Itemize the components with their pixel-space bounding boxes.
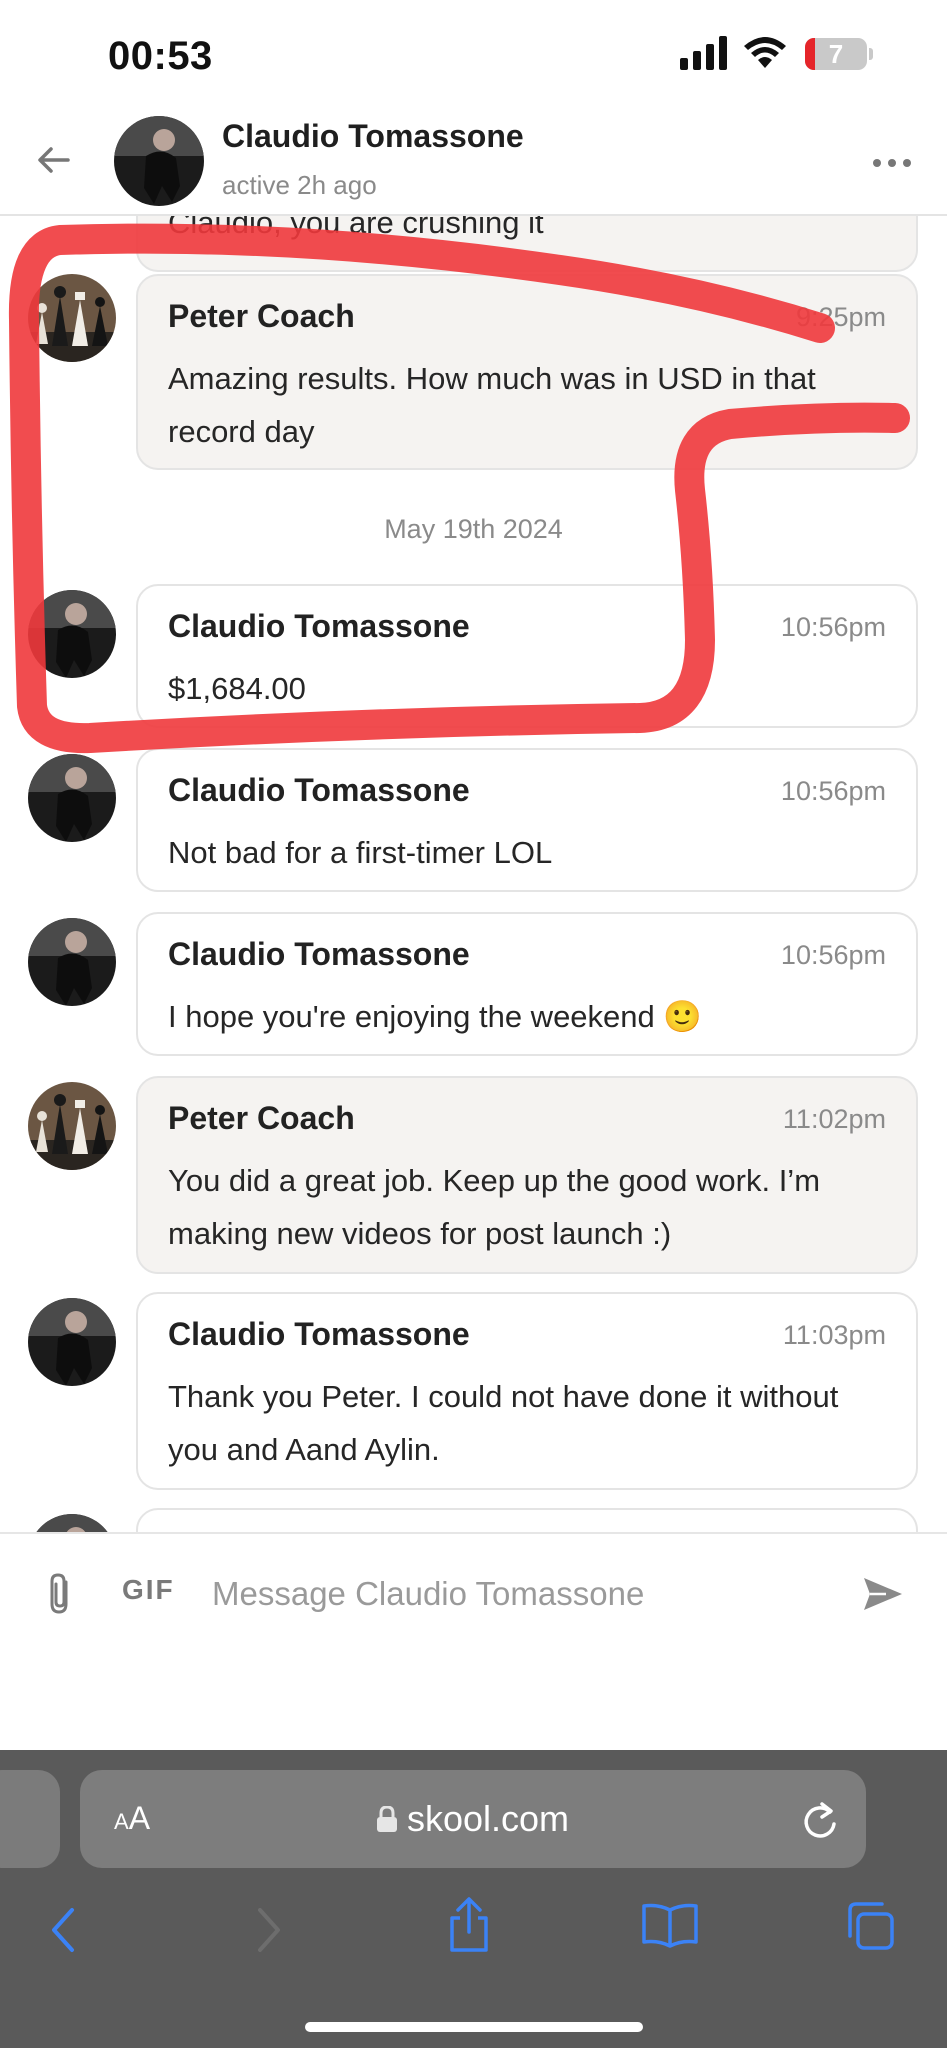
claudio-avatar[interactable]	[28, 590, 116, 678]
reload-icon[interactable]	[800, 1798, 840, 1840]
message-text: Claudio, you are crushing it	[168, 216, 544, 240]
message-sender[interactable]: Claudio Tomassone	[168, 1316, 470, 1353]
bookmarks-icon[interactable]	[640, 1902, 700, 1948]
contact-name[interactable]: Claudio Tomassone	[222, 118, 524, 155]
message-text: $1,684.00	[168, 671, 306, 706]
contact-status: active 2h ago	[222, 170, 377, 200]
partial-message: Claudio, you are crushing it	[136, 216, 918, 272]
wifi-icon	[744, 37, 786, 68]
status-time: 00:53	[108, 34, 213, 78]
cellular-signal-icon	[680, 36, 727, 70]
battery-level: 7	[828, 39, 844, 69]
message-composer: GIF	[0, 1532, 947, 1750]
address-text[interactable]: skool.com	[80, 1798, 866, 1840]
message-text: You did a great job. Keep up the good wo…	[168, 1163, 821, 1251]
claudio-avatar[interactable]	[28, 1514, 116, 1532]
status-bar: 00:53 7	[0, 0, 947, 110]
battery-indicator: 7	[805, 38, 867, 70]
message-text: Thank you Peter. I could not have done i…	[168, 1379, 839, 1467]
message-sender[interactable]: Peter Coach	[168, 1100, 355, 1137]
browser-chrome: AA skool.com	[0, 1750, 947, 2048]
message-input[interactable]	[212, 1564, 842, 1624]
forward-icon[interactable]	[254, 1906, 284, 1954]
address-bar[interactable]: AA skool.com	[80, 1770, 866, 1868]
message-bubble[interactable]	[136, 1508, 918, 1532]
tabs-icon[interactable]	[844, 1900, 896, 1952]
claudio-avatar[interactable]	[28, 918, 116, 1006]
contact-avatar[interactable]	[114, 116, 204, 206]
message-bubble[interactable]: Peter Coach 11:02pm You did a great job.…	[136, 1076, 918, 1274]
peter-avatar[interactable]	[28, 274, 116, 362]
message-time: 10:56pm	[780, 776, 886, 806]
previous-tab-peek[interactable]	[0, 1770, 60, 1868]
battery-nub	[869, 48, 873, 60]
message-time: 10:56pm	[780, 612, 886, 642]
claudio-avatar[interactable]	[28, 754, 116, 842]
more-horizontal-icon[interactable]	[872, 158, 912, 168]
message-sender[interactable]: Peter Coach	[168, 298, 355, 335]
home-indicator	[305, 2022, 643, 2032]
chat-header: Claudio Tomassone active 2h ago	[0, 110, 947, 216]
message-list[interactable]: Claudio, you are crushing it Peter Coach…	[0, 216, 947, 1532]
message-time: 9:25pm	[795, 302, 886, 332]
share-icon[interactable]	[446, 1896, 492, 1954]
paperclip-icon[interactable]	[46, 1572, 76, 1616]
claudio-avatar[interactable]	[28, 1298, 116, 1386]
message-sender[interactable]: Claudio Tomassone	[168, 936, 470, 973]
send-icon[interactable]	[862, 1576, 904, 1612]
message-text: I hope you're enjoying the weekend 🙂	[168, 999, 702, 1034]
arrow-left-icon[interactable]	[34, 140, 74, 180]
message-sender[interactable]: Claudio Tomassone	[168, 608, 470, 645]
message-bubble[interactable]: Claudio Tomassone 10:56pm $1,684.00	[136, 584, 918, 728]
message-time: 11:02pm	[782, 1104, 886, 1134]
message-time: 11:03pm	[782, 1320, 886, 1350]
url-text: skool.com	[406, 1798, 570, 1839]
message-bubble[interactable]: Claudio Tomassone 11:03pm Thank you Pete…	[136, 1292, 918, 1490]
peter-avatar[interactable]	[28, 1082, 116, 1170]
message-text: Amazing results. How much was in USD in …	[168, 361, 816, 449]
date-separator: May 19th 2024	[384, 514, 563, 544]
gif-button[interactable]: GIF	[122, 1574, 175, 1606]
back-icon[interactable]	[48, 1906, 78, 1954]
lock-icon	[376, 1806, 397, 1832]
message-text: Not bad for a first-timer LOL	[168, 835, 553, 870]
message-bubble[interactable]: Claudio Tomassone 10:56pm Not bad for a …	[136, 748, 918, 892]
message-bubble[interactable]: Peter Coach 9:25pm Amazing results. How …	[136, 274, 918, 470]
message-sender[interactable]: Claudio Tomassone	[168, 772, 470, 809]
message-time: 10:56pm	[780, 940, 886, 970]
message-bubble[interactable]: Claudio Tomassone 10:56pm I hope you're …	[136, 912, 918, 1056]
browser-toolbar	[0, 1880, 947, 1990]
